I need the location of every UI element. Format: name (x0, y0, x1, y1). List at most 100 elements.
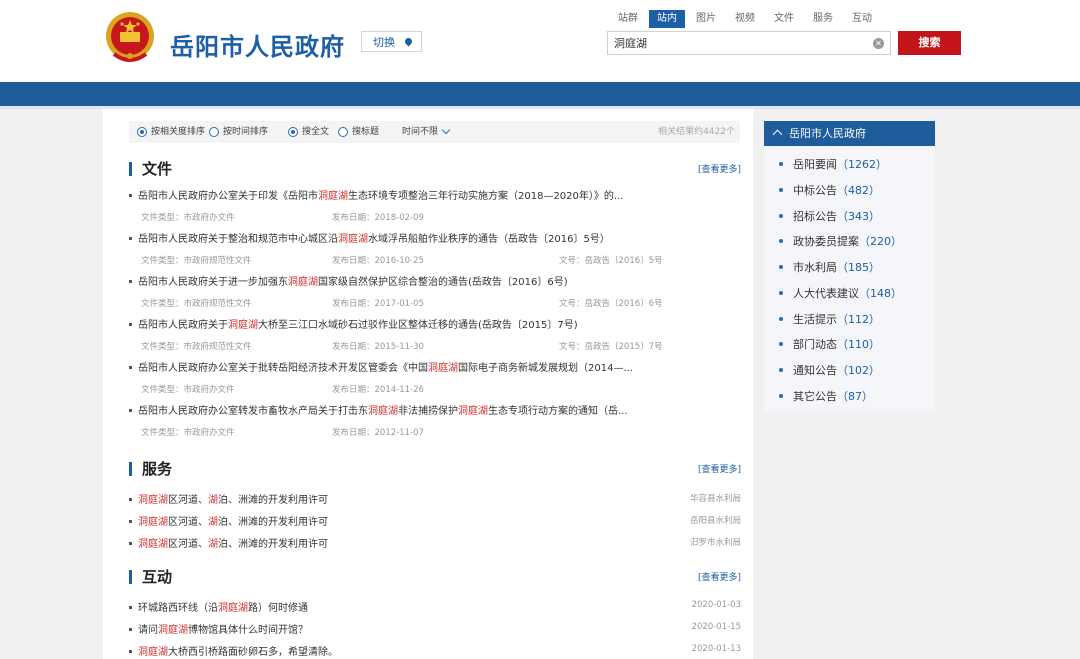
tab-videos[interactable]: 视频 (727, 10, 763, 28)
doc-type: 文件类型：市政府规范性文件 (141, 299, 252, 309)
switch-label: 切换 (373, 36, 395, 49)
sidebar-item[interactable]: 生活提示（112） (779, 311, 880, 327)
category-sidebar: 岳阳市人民政府 岳阳要闻（1262） 中标公告（482） 招标公告（343） 政… (764, 121, 935, 412)
search-button[interactable]: 搜索 (898, 31, 961, 55)
sidebar-item[interactable]: 其它公告（87） (779, 388, 873, 404)
sidebar-header[interactable]: 岳阳市人民政府 (764, 121, 935, 146)
section-title: 文件 (142, 160, 173, 178)
radio-icon (209, 127, 219, 137)
tab-in-site[interactable]: 站内 (649, 10, 685, 28)
section-title: 服务 (142, 460, 173, 478)
result-link[interactable]: 环城路西环线（沿洞庭湖路）何时修通 (129, 599, 308, 614)
doc-type: 文件类型：市政府规范性文件 (141, 342, 252, 352)
publish-date: 发布日期：2014-11-26 (332, 385, 424, 395)
bullet-icon (129, 366, 132, 369)
tab-site-group[interactable]: 站群 (610, 10, 646, 28)
sidebar-title: 岳阳市人民政府 (789, 127, 866, 140)
sidebar-item[interactable]: 人大代表建议（148） (779, 285, 902, 301)
sort-relevance-option[interactable]: 按相关度排序 (137, 121, 205, 143)
clear-icon[interactable]: ✕ (873, 38, 884, 49)
national-emblem-icon[interactable] (104, 10, 156, 66)
result-link[interactable]: 岳阳市人民政府关于整治和规范市中心城区沿洞庭湖水域浮吊船舶作业秩序的通告（岳政告… (129, 233, 610, 246)
filter-bar: 按相关度排序 按时间排序 搜全文 搜标题 时间不限 相关结果约4422个 (129, 121, 740, 143)
scope-title-option[interactable]: 搜标题 (338, 121, 379, 143)
time-range-dropdown[interactable]: 时间不限 (402, 121, 451, 143)
section-title: 互动 (142, 568, 173, 586)
list-item: 环城路西环线（沿洞庭湖路）何时修通 2020-01-03 (129, 599, 741, 614)
result-link[interactable]: 岳阳市人民政府关于洞庭湖大桥至三江口水域砂石过驳作业区整体迁移的通告(岳政告〔2… (129, 319, 578, 332)
search-input[interactable] (608, 32, 870, 54)
bullet-icon (129, 650, 132, 653)
tab-services[interactable]: 服务 (805, 10, 841, 28)
publish-date: 发布日期：2018-02-09 (332, 213, 424, 223)
post-date: 2020-01-03 (691, 600, 741, 610)
result-count: 相关结果约4422个 (658, 127, 735, 137)
search-box: ✕ (607, 31, 891, 55)
result-link[interactable]: 岳阳市人民政府办公室关于批转岳阳经济技术开发区管委会《中国洞庭湖国际电子商务新城… (129, 362, 633, 375)
result-link[interactable]: 岳阳市人民政府关于进一步加强东洞庭湖国家级自然保护区综合整治的通告(岳政告〔20… (129, 276, 568, 289)
sort-time-label: 按时间排序 (223, 127, 269, 137)
scope-full-label: 搜全文 (302, 127, 330, 137)
view-more-interaction-link[interactable]: [查看更多] (698, 570, 741, 583)
result-link[interactable]: 岳阳市人民政府办公室关于印发《岳阳市洞庭湖生态环境专项整治三年行动实施方案（20… (129, 190, 623, 203)
site-title[interactable]: 岳阳市人民政府 (170, 27, 345, 62)
bullet-icon (129, 280, 132, 283)
radio-icon (338, 127, 348, 137)
bullet-icon (129, 323, 132, 326)
list-item: 洞庭湖大桥西引桥路面砂卵石多，希望清除。 2020-01-13 (129, 643, 741, 658)
switch-site-button[interactable]: 切换 (361, 31, 422, 52)
site-header: 岳阳市人民政府 切换 站群 站内 图片 视频 文件 服务 互动 ✕ 搜索 (0, 0, 1080, 82)
tab-interaction[interactable]: 互动 (844, 10, 880, 28)
chevron-down-icon (441, 125, 451, 135)
sidebar-item[interactable]: 招标公告（343） (779, 208, 880, 224)
sidebar-item[interactable]: 岳阳要闻（1262） (779, 156, 887, 172)
result-link[interactable]: 洞庭湖区河道、湖泊、洲滩的开发利用许可 (129, 535, 328, 550)
bullet-icon (129, 237, 132, 240)
radio-icon (137, 127, 147, 137)
doc-number: 文号：岳政告〔2015〕7号 (559, 342, 663, 352)
scope-full-option[interactable]: 搜全文 (288, 121, 329, 143)
sidebar-item[interactable]: 部门动态（110） (779, 336, 880, 352)
dot-icon (779, 368, 783, 372)
bullet-icon (129, 409, 132, 412)
results-panel: 按相关度排序 按时间排序 搜全文 搜标题 时间不限 相关结果约4422个 文件 … (103, 109, 753, 659)
doc-type: 文件类型：市政府办文件 (141, 385, 235, 395)
list-item: 洞庭湖区河道、湖泊、洲滩的开发利用许可 华容县水利局 (129, 491, 741, 506)
post-date: 2020-01-13 (691, 644, 741, 654)
bullet-icon (129, 194, 132, 197)
doc-type: 文件类型：市政府办文件 (141, 428, 235, 438)
result-link[interactable]: 岳阳市人民政府办公室转发市畜牧水产局关于打击东洞庭湖非法捕捞保护洞庭湖生态专项行… (129, 405, 628, 418)
section-marker (129, 162, 132, 176)
sidebar-item[interactable]: 市水利局（185） (779, 259, 880, 275)
tab-files[interactable]: 文件 (766, 10, 802, 28)
publish-date: 发布日期：2012-11-07 (332, 428, 424, 438)
dot-icon (779, 214, 783, 218)
chevron-up-icon (772, 129, 783, 140)
sidebar-item[interactable]: 政协委员提案（220） (779, 233, 902, 249)
bullet-icon (129, 628, 132, 631)
department-label: 岳阳县水利局 (689, 516, 741, 526)
nav-band (0, 82, 1080, 106)
result-link[interactable]: 请问洞庭湖博物馆具体什么时间开馆？ (129, 621, 308, 636)
post-date: 2020-01-15 (691, 622, 741, 632)
dot-icon (779, 394, 783, 398)
result-link[interactable]: 洞庭湖区河道、湖泊、洲滩的开发利用许可 (129, 513, 328, 528)
view-more-services-link[interactable]: [查看更多] (698, 462, 741, 475)
sidebar-item[interactable]: 通知公告（102） (779, 362, 880, 378)
section-interaction-header: 互动 [查看更多] (129, 567, 741, 587)
tab-images[interactable]: 图片 (688, 10, 724, 28)
department-label: 华容县水利局 (689, 494, 741, 504)
dot-icon (779, 342, 783, 346)
time-range-label: 时间不限 (402, 127, 439, 137)
result-link[interactable]: 洞庭湖区河道、湖泊、洲滩的开发利用许可 (129, 491, 328, 506)
view-more-files-link[interactable]: [查看更多] (698, 162, 741, 175)
dot-icon (779, 162, 783, 166)
doc-type: 文件类型：市政府办文件 (141, 213, 235, 223)
bullet-icon (129, 606, 132, 609)
list-item: 洞庭湖区河道、湖泊、洲滩的开发利用许可 岳阳县水利局 (129, 513, 741, 528)
result-link[interactable]: 洞庭湖大桥西引桥路面砂卵石多，希望清除。 (129, 643, 338, 658)
sort-time-option[interactable]: 按时间排序 (209, 121, 268, 143)
dot-icon (779, 239, 783, 243)
sidebar-item[interactable]: 中标公告（482） (779, 182, 880, 198)
scope-title-label: 搜标题 (352, 127, 380, 137)
